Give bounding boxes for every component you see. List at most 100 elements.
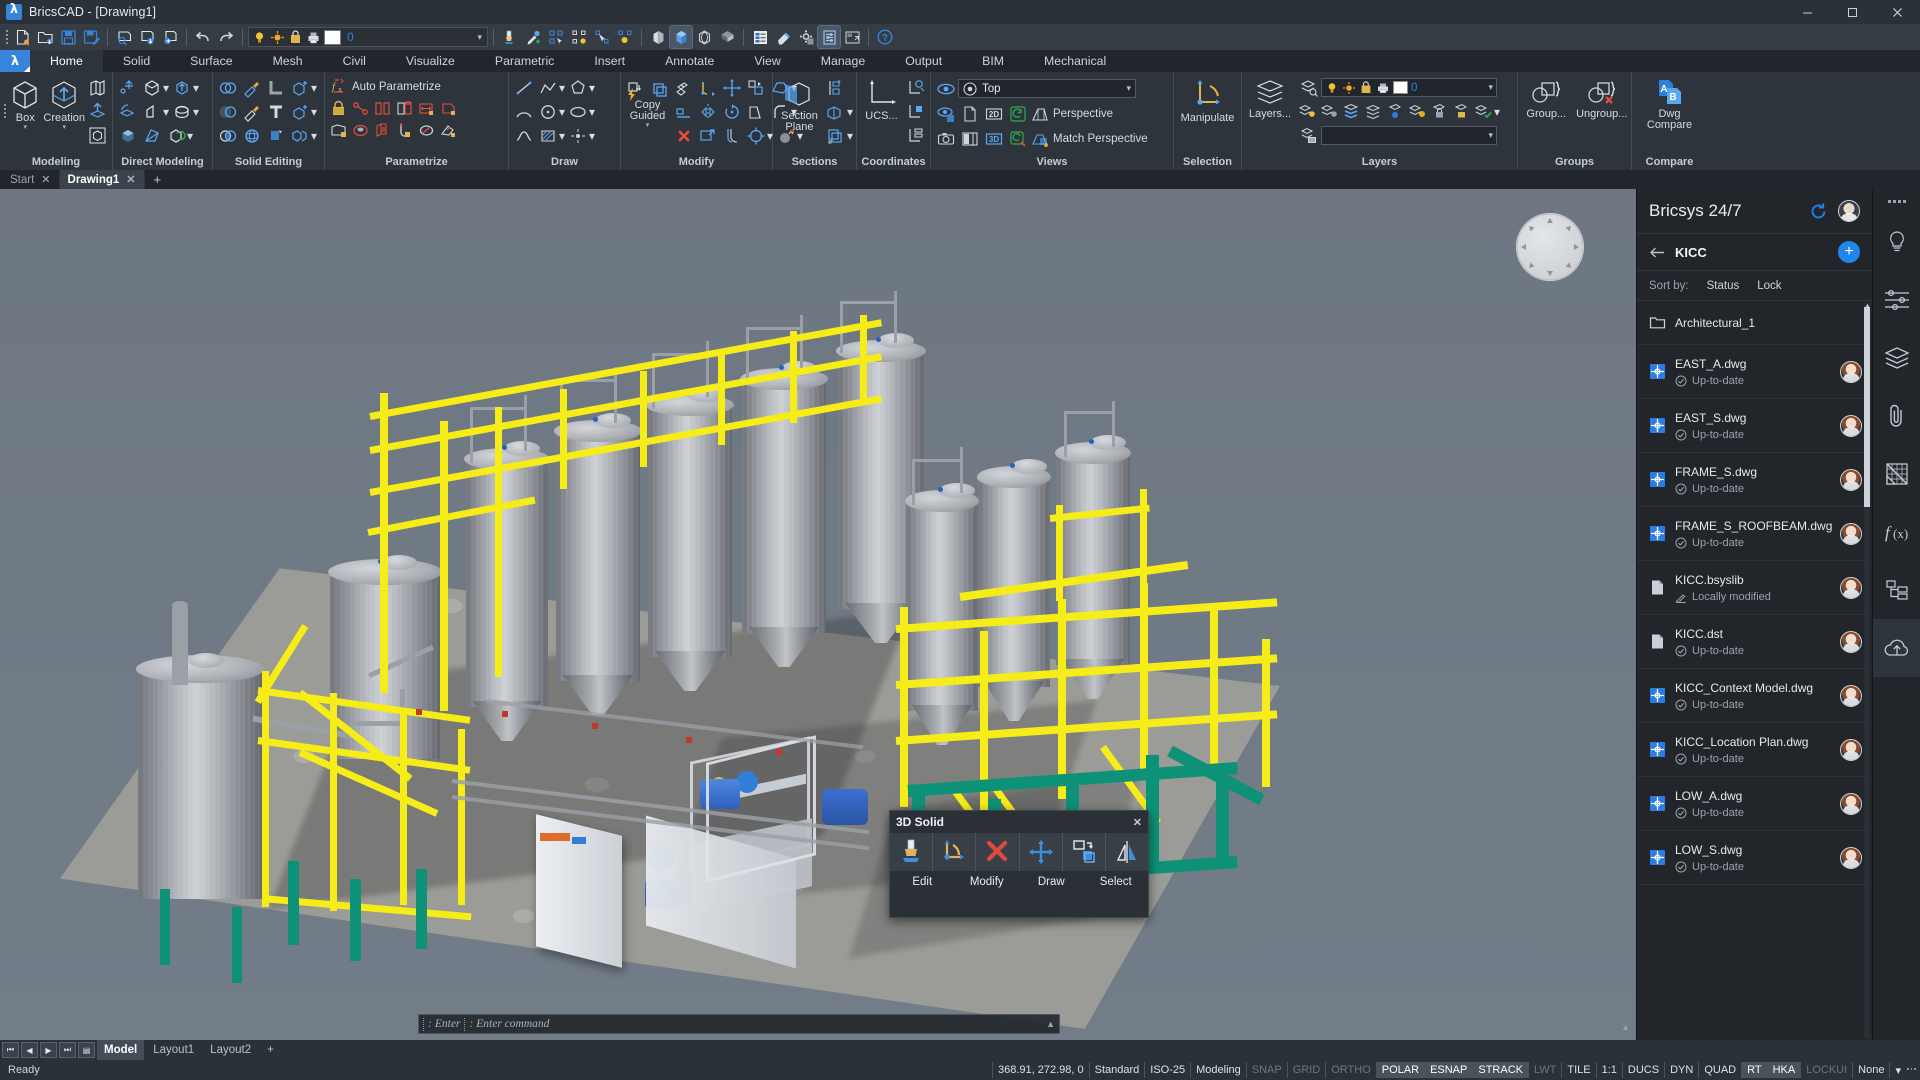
quad-label-select[interactable]: Select [1084,876,1149,888]
dm-extrude-face-icon[interactable] [116,124,139,147]
list-item[interactable]: LOW_A.dwg Up-to-date [1637,777,1872,831]
close-icon[interactable]: ✕ [41,173,50,186]
avatar[interactable] [1840,792,1862,815]
toolbar-grip[interactable] [4,28,10,46]
solid-paint-icon[interactable] [240,100,263,123]
point-group[interactable]: ▾ [566,124,595,147]
list-item[interactable]: KICC.dst Up-to-date [1637,615,1872,669]
application-menu-button[interactable]: λ [0,50,30,72]
ribbon-tab-mechanical[interactable]: Mechanical [1024,50,1126,72]
ribbon-tab-manage[interactable]: Manage [801,50,885,72]
list-item[interactable]: FRAME_S_ROOFBEAM.dwg Up-to-date [1637,507,1872,561]
quick-select-icon[interactable] [591,26,613,48]
arc-icon[interactable] [512,100,535,123]
add-layout-button[interactable]: + [260,1040,281,1060]
viewport-split-icon[interactable] [958,127,981,150]
layer-state-combo[interactable]: ▾ [1321,126,1497,145]
save-icon[interactable] [57,26,79,48]
visual-style-shaded-icon[interactable] [716,26,738,48]
select-all-icon[interactable] [568,26,590,48]
layer-new-icon[interactable] [1385,101,1406,122]
new-drawing-icon[interactable] [11,26,33,48]
param-radius-icon[interactable] [438,98,459,119]
command-input[interactable]: : Enter command [469,1018,549,1030]
refresh-icon[interactable] [1809,202,1828,221]
new-document-tab-button[interactable]: + [145,170,171,189]
extrude-icon[interactable] [86,100,109,123]
avatar[interactable] [1840,684,1862,707]
list-item[interactable]: EAST_A.dwg Up-to-date [1637,345,1872,399]
ribbon-tab-annotate[interactable]: Annotate [645,50,734,72]
circle-group[interactable]: ▾ [536,100,565,123]
save-as-icon[interactable] [80,26,102,48]
chevron-down-icon[interactable]: ▾ [24,124,28,131]
layer-freeze-toggle-icon[interactable] [1407,101,1428,122]
section-plane-button[interactable]: Section Plane [776,76,823,133]
ucs-face-icon[interactable] [904,100,927,123]
close-button[interactable] [1875,0,1920,24]
view-page-icon[interactable] [958,102,981,125]
fx-icon[interactable]: f (x) [1873,503,1920,561]
layer-unlock-icon[interactable] [1451,101,1472,122]
visual-style-wire-icon[interactable] [693,26,715,48]
list-item[interactable]: KICC_Location Plan.dwg Up-to-date [1637,723,1872,777]
ribbon-tab-civil[interactable]: Civil [323,50,386,72]
ucs-button[interactable]: UCS... [860,76,903,122]
layer-states-manager-icon[interactable] [1297,124,1320,147]
close-icon[interactable]: ✕ [126,173,135,186]
param-fix-icon[interactable] [328,120,349,141]
l-profile-icon[interactable] [264,76,287,99]
model-viewport[interactable]: 3D Solid ✕ Edit Modify Draw Select: Ent… [0,189,1636,1040]
first-layout-button[interactable]: ⏮ [2,1042,19,1058]
angle-modify-icon[interactable] [932,833,975,871]
view-3d-icon[interactable]: 3D [982,127,1005,150]
param-revolve-icon[interactable] [350,120,371,141]
offset-icon[interactable] [720,124,743,147]
auto-parametrize-button[interactable]: fx Auto Parametrize [328,76,445,97]
list-item[interactable]: LOW_S.dwg Up-to-date [1637,831,1872,885]
status-grid[interactable]: GRID [1286,1062,1326,1078]
match-properties-icon[interactable] [499,26,521,48]
file-list[interactable]: Architectural_1 EAST_A.dwg Up-to-date EA… [1637,301,1872,1040]
layer-color-swatch[interactable] [324,29,341,45]
param-angle-icon[interactable] [394,120,415,141]
solid-check-icon[interactable] [264,124,287,147]
layer-lock-toggle-icon[interactable] [1429,101,1450,122]
intersect-icon[interactable] [216,124,239,147]
ribbon-tab-home[interactable]: Home [30,50,103,72]
quad-label-draw[interactable]: Draw [1019,876,1084,888]
status-scale[interactable]: 1:1 [1595,1062,1622,1078]
param-lock-icon[interactable] [328,98,349,119]
structure-tree-icon[interactable] [1873,561,1920,619]
ucs-named-icon[interactable] [904,124,927,147]
union-icon[interactable] [216,76,239,99]
param-dimension-icon[interactable] [416,120,437,141]
param-coincident-icon[interactable] [350,98,371,119]
layout-tab-model[interactable]: Model [97,1040,145,1060]
layer-isolate-icon[interactable] [1341,101,1362,122]
param-distance-icon[interactable] [416,98,437,119]
explode-rect-icon[interactable] [696,124,719,147]
prev-layout-button[interactable]: ◀ [21,1042,38,1058]
dm-rotate-solid-group[interactable]: ▾ [164,124,193,147]
chevron-down-icon[interactable]: ▾ [477,32,484,43]
dm-chamfer-group[interactable]: ▾ [140,100,169,123]
ribbon-tab-parametric[interactable]: Parametric [475,50,574,72]
blue-pump[interactable] [822,789,868,825]
layers-stack-icon[interactable] [1873,329,1920,387]
rail-grip[interactable] [1887,189,1906,213]
section-export-group[interactable]: ▾ [824,124,853,147]
stretch-icon[interactable] [744,100,767,123]
view-preset-combo[interactable]: Top ▾ [958,79,1136,98]
section-view-group[interactable]: ▾ [824,100,853,123]
window-arrange-icon[interactable] [841,26,863,48]
line-icon[interactable] [512,76,535,99]
close-icon[interactable]: ✕ [1133,816,1142,829]
command-history-expand-icon[interactable]: ▲ [1046,1019,1055,1029]
command-line[interactable]: : Enter : Enter command ▲ [418,1014,1060,1034]
avatar[interactable] [1840,414,1862,437]
erase-icon[interactable] [672,124,695,147]
command-scroll-up-icon[interactable]: ▲ [1621,1022,1630,1032]
solid-edit-brush-icon[interactable] [240,76,263,99]
view-2d-icon[interactable]: 2D [982,102,1005,125]
